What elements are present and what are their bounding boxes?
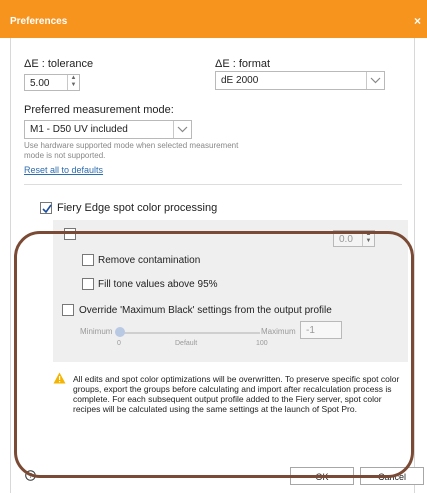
window-title: Preferences bbox=[10, 16, 68, 27]
chevron-down-icon[interactable] bbox=[366, 72, 384, 89]
measurement-mode-label: Preferred measurement mode: bbox=[24, 104, 174, 116]
tolerance-value: 5.00 bbox=[30, 78, 50, 89]
highlight-frame bbox=[14, 231, 414, 478]
chevron-down-icon[interactable] bbox=[173, 121, 191, 138]
spot-processing-label: Fiery Edge spot color processing bbox=[57, 202, 218, 214]
reset-defaults-link[interactable]: Reset all to defaults bbox=[24, 165, 103, 175]
checkmark-icon bbox=[42, 204, 52, 214]
measurement-mode-select[interactable]: M1 - D50 UV included bbox=[24, 120, 192, 139]
divider bbox=[24, 184, 402, 185]
title-bar: Preferences × bbox=[0, 0, 427, 38]
measurement-hint: Use hardware supported mode when selecte… bbox=[24, 141, 239, 160]
format-value: dE 2000 bbox=[221, 75, 259, 86]
spot-processing-checkbox[interactable] bbox=[40, 202, 52, 214]
format-select[interactable]: dE 2000 bbox=[215, 71, 385, 90]
tolerance-label: ΔE : tolerance bbox=[24, 58, 94, 70]
format-label: ΔE : format bbox=[215, 58, 271, 70]
tolerance-stepper[interactable]: 5.00 ▲ ▼ bbox=[24, 74, 80, 91]
close-icon[interactable]: × bbox=[414, 14, 421, 28]
stepper-arrows-icon[interactable]: ▲ ▼ bbox=[67, 75, 79, 90]
measurement-mode-value: M1 - D50 UV included bbox=[30, 124, 128, 135]
